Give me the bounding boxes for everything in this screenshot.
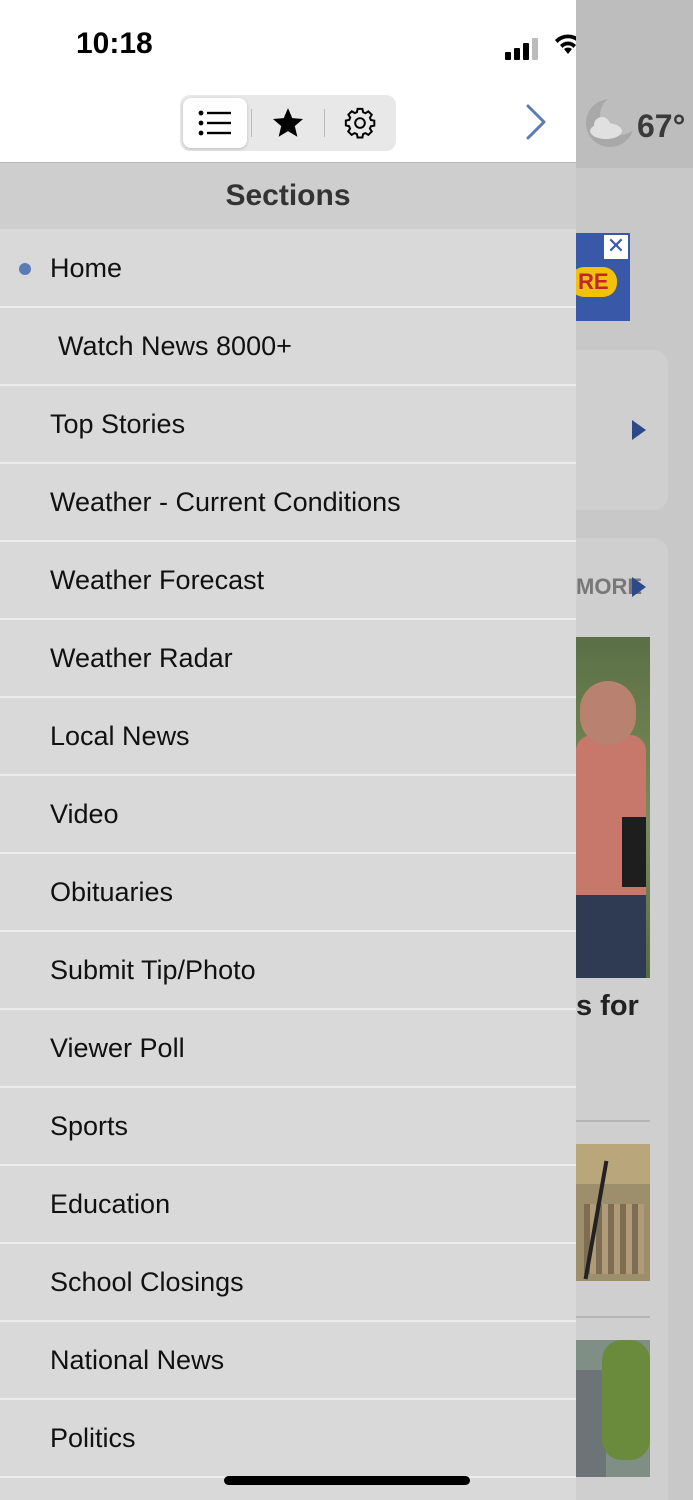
more-arrow-icon[interactable] (632, 577, 646, 597)
partly-cloudy-night-icon (586, 95, 636, 147)
ad-artwork: RE (576, 267, 617, 297)
sections-drawer: 10:18 Sections Home Watch News 8000+ Top… (0, 0, 576, 1500)
section-item-school-closings[interactable]: School Closings (0, 1244, 576, 1322)
section-item-label: National News (50, 1344, 225, 1375)
background-card[interactable] (576, 350, 668, 510)
selected-indicator (19, 263, 31, 275)
section-item-viewer-poll[interactable]: Viewer Poll (0, 1010, 576, 1088)
section-item-top-stories[interactable]: Top Stories (0, 386, 576, 464)
section-item-national-news[interactable]: National News (0, 1322, 576, 1400)
section-item-weather-forecast[interactable]: Weather Forecast (0, 542, 576, 620)
section-item-label: Video (50, 798, 119, 829)
status-bar: 10:18 (0, 0, 576, 90)
home-indicator[interactable] (224, 1476, 470, 1485)
tab-sections-list[interactable] (183, 98, 247, 148)
section-item-weather-current[interactable]: Weather - Current Conditions (0, 464, 576, 542)
drawer-toolbar (0, 90, 576, 163)
section-item-label: Weather Radar (50, 642, 233, 673)
star-icon (272, 108, 304, 137)
section-item-label: Home (50, 252, 123, 283)
section-item-submit-tip[interactable]: Submit Tip/Photo (0, 932, 576, 1010)
list-icon (198, 110, 231, 136)
section-item-politics[interactable]: Politics (0, 1400, 576, 1478)
section-item-label: Sports (50, 1110, 129, 1141)
weather-temperature[interactable]: 67° (637, 108, 685, 145)
gear-icon (344, 107, 376, 139)
play-arrow-icon[interactable] (632, 420, 646, 440)
sections-header: Sections (0, 163, 576, 229)
status-time: 10:18 (76, 27, 153, 60)
status-icons (505, 32, 576, 60)
ad-close-button[interactable]: ✕ (604, 235, 628, 259)
chevron-right-icon[interactable] (518, 100, 554, 144)
segment-separator (324, 109, 325, 137)
section-item-label: Weather - Current Conditions (50, 486, 401, 517)
section-item-home[interactable]: Home (0, 230, 576, 308)
section-item-label: School Closings (50, 1266, 244, 1297)
section-item-education[interactable]: Education (0, 1166, 576, 1244)
section-item-local-news[interactable]: Local News (0, 698, 576, 776)
story-headline[interactable]: s for (576, 990, 639, 1023)
section-item-label: Politics (50, 1422, 136, 1453)
tab-settings[interactable] (328, 98, 392, 148)
tab-favorites[interactable] (256, 98, 320, 148)
segmented-control (180, 95, 396, 151)
section-item-label: Top Stories (50, 408, 186, 439)
background-header: 67° (576, 0, 693, 168)
section-item-label: Watch News 8000+ (58, 330, 292, 361)
sections-list: Home Watch News 8000+ Top Stories Weathe… (0, 230, 576, 1478)
segment-separator (251, 109, 252, 137)
section-item-label: Weather Forecast (50, 564, 265, 595)
section-item-label: Education (50, 1188, 171, 1219)
divider (576, 1316, 650, 1318)
section-item-label: Submit Tip/Photo (50, 954, 256, 985)
section-item-watch-news[interactable]: Watch News 8000+ (0, 308, 576, 386)
divider (576, 1120, 650, 1122)
story-photo[interactable] (576, 1340, 650, 1477)
section-item-video[interactable]: Video (0, 776, 576, 854)
section-item-label: Local News (50, 720, 190, 751)
section-item-sports[interactable]: Sports (0, 1088, 576, 1166)
section-item-label: Viewer Poll (50, 1032, 185, 1063)
section-item-obituaries[interactable]: Obituaries (0, 854, 576, 932)
section-item-weather-radar[interactable]: Weather Radar (0, 620, 576, 698)
story-photo[interactable] (576, 1144, 650, 1281)
wifi-icon (555, 34, 576, 54)
background-app: 67° RE ✕ MORE s for (576, 0, 693, 1500)
story-photo[interactable] (576, 637, 650, 978)
section-item-label: Obituaries (50, 876, 174, 907)
ad-banner[interactable]: RE ✕ (576, 233, 630, 321)
